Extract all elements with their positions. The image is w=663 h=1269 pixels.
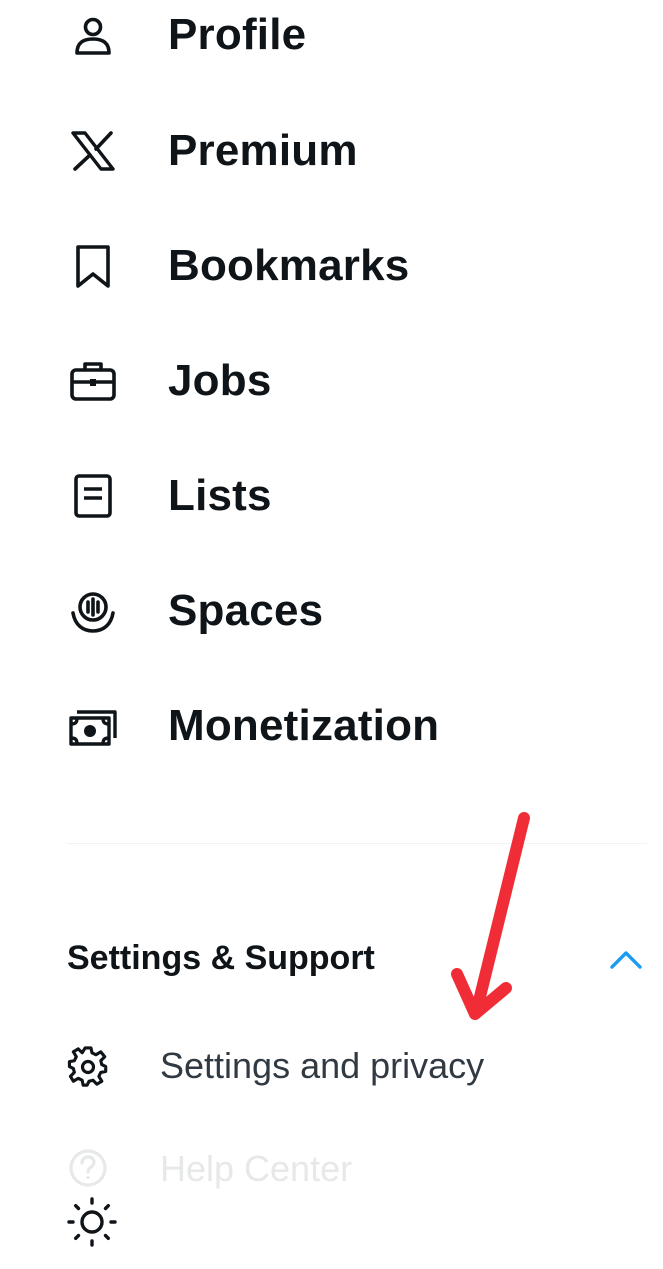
settings-and-privacy-item[interactable]: Settings and privacy xyxy=(0,1032,663,1102)
settings-support-toggle[interactable]: Settings & Support xyxy=(0,925,663,995)
settings-and-privacy-label: Settings and privacy xyxy=(160,1045,485,1086)
nav-item-profile[interactable]: Profile xyxy=(0,0,663,80)
nav-label-bookmarks: Bookmarks xyxy=(168,241,410,290)
help-center-item[interactable]: Help Center xyxy=(0,1134,663,1204)
microphone-icon xyxy=(67,585,119,637)
help-center-label: Help Center xyxy=(160,1148,353,1189)
help-circle-icon xyxy=(69,1149,107,1187)
x-logo-icon xyxy=(67,125,119,177)
nav-item-bookmarks[interactable]: Bookmarks xyxy=(0,221,663,311)
list-icon xyxy=(67,470,119,522)
nav-label-profile: Profile xyxy=(168,10,307,59)
nav-item-monetization[interactable]: Monetization xyxy=(0,681,663,771)
annotation-arrow xyxy=(451,812,530,1020)
nav-item-lists[interactable]: Lists xyxy=(0,451,663,541)
money-icon xyxy=(67,700,119,752)
nav-label-monetization: Monetization xyxy=(168,701,440,750)
person-icon xyxy=(67,9,119,61)
divider xyxy=(67,843,647,844)
nav-item-premium[interactable]: Premium xyxy=(0,106,663,196)
nav-item-jobs[interactable]: Jobs xyxy=(0,336,663,426)
nav-label-jobs: Jobs xyxy=(168,356,272,405)
sun-icon[interactable] xyxy=(66,1196,118,1248)
gear-icon xyxy=(67,1046,108,1087)
nav-item-spaces[interactable]: Spaces xyxy=(0,566,663,656)
nav-label-spaces: Spaces xyxy=(168,586,324,635)
section-title: Settings & Support xyxy=(67,939,375,977)
bookmark-icon xyxy=(67,240,119,292)
chevron-up-icon xyxy=(610,951,642,969)
nav-label-premium: Premium xyxy=(168,126,358,175)
nav-label-lists: Lists xyxy=(168,471,272,520)
briefcase-icon xyxy=(67,355,119,407)
